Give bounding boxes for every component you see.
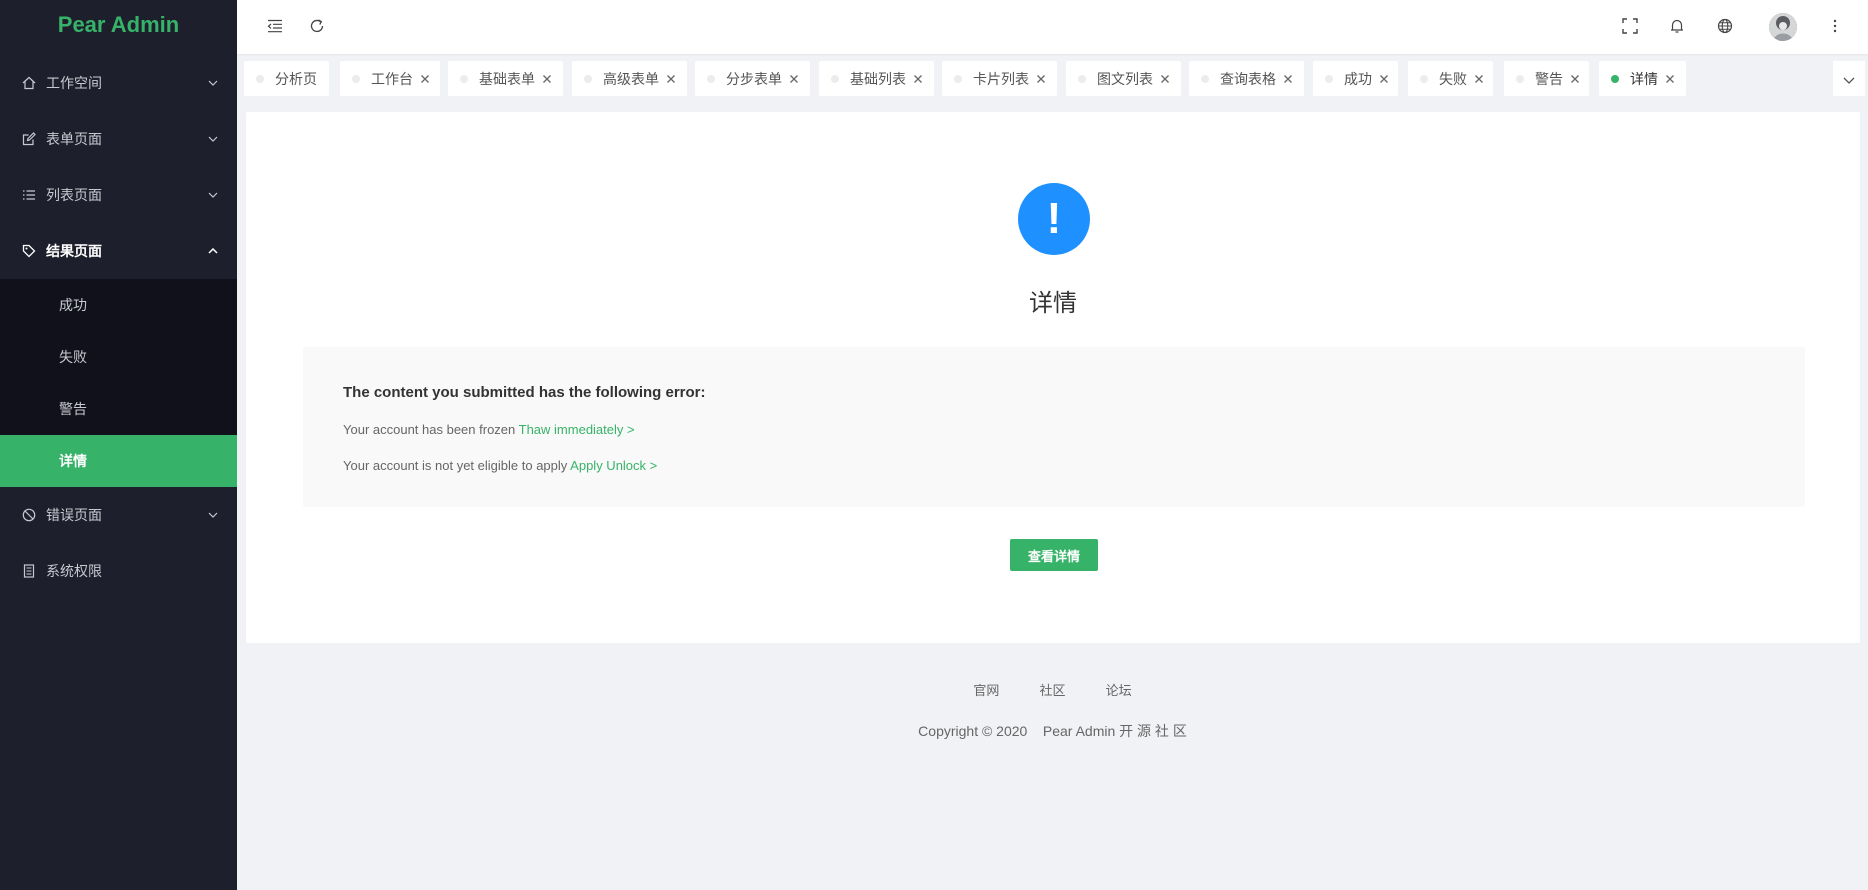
chevron-down-icon	[1843, 69, 1855, 88]
chevron-down-icon	[207, 189, 219, 201]
description-line: Your account is not yet eligible to appl…	[343, 458, 657, 473]
tab-status-dot	[707, 74, 715, 83]
close-icon[interactable]	[541, 73, 553, 85]
close-icon[interactable]	[788, 73, 800, 85]
tab-status-dot	[1078, 74, 1086, 83]
description-box: The content you submitted has the follow…	[303, 347, 1805, 507]
footer-link-forum[interactable]: 论坛	[1106, 684, 1132, 699]
sidebar-item-forms[interactable]: 表单页面	[0, 111, 237, 167]
sidebar-subitem-success[interactable]: 成功	[0, 279, 237, 331]
close-icon[interactable]	[1159, 73, 1171, 85]
close-icon[interactable]	[1035, 73, 1047, 85]
close-icon[interactable]	[912, 73, 924, 85]
tab-status-dot	[584, 74, 592, 83]
tab-bar: 分析页 工作台 基础表单 高级表单 分步表单 基础列表 卡片列表 图文列表 查询…	[237, 54, 1868, 104]
sidebar-item-permissions[interactable]: 系统权限	[0, 543, 237, 599]
tab-advanced-form[interactable]: 高级表单	[572, 61, 687, 96]
close-icon[interactable]	[419, 73, 431, 85]
sidebar-subitem-warning[interactable]: 警告	[0, 383, 237, 435]
description-line: Your account has been frozen Thaw immedi…	[343, 422, 635, 437]
tab-card-list[interactable]: 卡片列表	[942, 61, 1057, 96]
copyright: Copyright © 2020 Pear Admin 开 源 社 区	[918, 723, 1187, 739]
app-logo[interactable]: Pear Admin	[0, 0, 237, 50]
sidebar-item-label: 错误页面	[46, 508, 102, 524]
sidebar-item-lists[interactable]: 列表页面	[0, 167, 237, 223]
apply-unlock-link[interactable]: Apply Unlock >	[570, 458, 657, 473]
close-icon[interactable]	[1473, 73, 1485, 85]
more-vertical-icon[interactable]	[1823, 14, 1847, 38]
document-icon	[21, 563, 37, 579]
sidebar-item-results[interactable]: 结果页面	[0, 223, 237, 279]
globe-icon[interactable]	[1713, 14, 1737, 38]
tab-warning[interactable]: 警告	[1504, 61, 1589, 96]
footer-link-community[interactable]: 社区	[1039, 684, 1065, 699]
tab-success[interactable]: 成功	[1313, 61, 1398, 96]
tab-status-dot	[256, 74, 264, 83]
tab-status-dot	[1201, 74, 1209, 83]
chevron-down-icon	[207, 77, 219, 89]
description-text: Your account has been frozen	[343, 422, 519, 437]
refresh-icon[interactable]	[305, 14, 329, 38]
tab-status-dot	[352, 74, 360, 83]
footer-links: 官网 社区 论坛	[237, 680, 1868, 699]
sidebar-subitem-detail[interactable]: 详情	[0, 435, 237, 487]
sidebar-item-label: 结果页面	[46, 244, 102, 260]
tab-status-dot	[954, 74, 962, 83]
sidebar: Pear Admin 工作空间 表单页面 列表页面 结果页面 成功 失败 警告 …	[0, 0, 237, 890]
description-text: Your account is not yet eligible to appl…	[343, 458, 571, 473]
top-header	[237, 0, 1868, 54]
tab-image-list[interactable]: 图文列表	[1066, 61, 1181, 96]
tab-status-dot	[1420, 74, 1428, 83]
edit-icon	[21, 131, 37, 147]
home-icon	[21, 75, 37, 91]
tabs-dropdown-button[interactable]	[1833, 61, 1865, 96]
chevron-down-icon	[207, 133, 219, 145]
list-icon	[21, 187, 37, 203]
chevron-up-icon	[207, 245, 219, 257]
tab-failure[interactable]: 失败	[1408, 61, 1493, 96]
close-icon[interactable]	[1378, 73, 1390, 85]
thaw-immediately-link[interactable]: Thaw immediately >	[519, 422, 635, 437]
close-icon[interactable]	[1569, 73, 1581, 85]
sidebar-item-workspace[interactable]: 工作空间	[0, 55, 237, 111]
exclamation-icon: !	[1018, 183, 1090, 255]
sidebar-item-label: 列表页面	[46, 188, 102, 204]
close-icon[interactable]	[1282, 73, 1294, 85]
tab-status-dot	[1516, 74, 1524, 83]
close-icon[interactable]	[1664, 73, 1676, 85]
tab-detail[interactable]: 详情	[1599, 61, 1686, 96]
sidebar-item-label: 工作空间	[46, 76, 102, 92]
result-card: ! 详情 The content you submitted has the f…	[246, 112, 1860, 643]
ban-icon	[21, 507, 37, 523]
tab-analysis[interactable]: 分析页	[244, 61, 329, 96]
avatar[interactable]	[1769, 13, 1797, 41]
description-heading: The content you submitted has the follow…	[343, 384, 706, 401]
tab-status-dot	[1611, 74, 1619, 83]
menu-toggle-icon[interactable]	[263, 14, 287, 38]
tab-query-table[interactable]: 查询表格	[1189, 61, 1304, 96]
sidebar-item-label: 系统权限	[46, 564, 102, 580]
view-details-button[interactable]: 查看详情	[1010, 539, 1098, 571]
tab-basic-form[interactable]: 基础表单	[448, 61, 563, 96]
sidebar-subitem-failure[interactable]: 失败	[0, 331, 237, 383]
sidebar-item-errors[interactable]: 错误页面	[0, 487, 237, 543]
page-title: 详情	[1029, 289, 1077, 317]
tab-status-dot	[1325, 74, 1333, 83]
chevron-down-icon	[207, 509, 219, 521]
footer-link-official[interactable]: 官网	[973, 684, 999, 699]
bell-icon[interactable]	[1665, 14, 1689, 38]
tag-icon	[21, 243, 37, 259]
results-submenu: 成功 失败 警告 详情	[0, 279, 237, 487]
close-icon[interactable]	[665, 73, 677, 85]
tab-status-dot	[831, 74, 839, 83]
fullscreen-icon[interactable]	[1618, 14, 1642, 38]
tab-status-dot	[460, 74, 468, 83]
tab-step-form[interactable]: 分步表单	[695, 61, 810, 96]
tab-basic-list[interactable]: 基础列表	[819, 61, 934, 96]
sidebar-item-label: 表单页面	[46, 132, 102, 148]
tab-workbench[interactable]: 工作台	[340, 61, 440, 96]
